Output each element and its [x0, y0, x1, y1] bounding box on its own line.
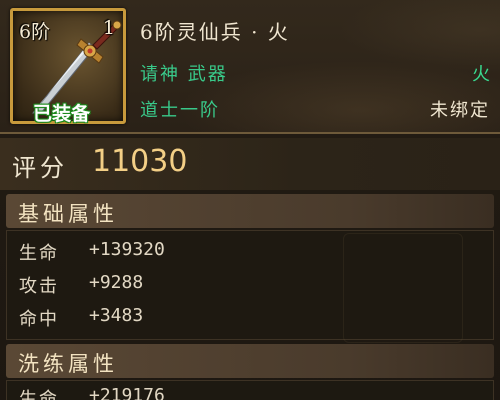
stat-row: 生命 +219176 — [19, 385, 165, 400]
stat-name: 生命 — [19, 389, 59, 400]
refine-attrs-title-text: 洗练属性 — [18, 352, 118, 376]
background-decoration — [343, 233, 463, 343]
item-tier-badge: 6阶 — [19, 21, 51, 43]
score-label: 评分 — [12, 154, 68, 182]
base-attrs-title: 基础属性 — [6, 194, 494, 228]
item-header: 6阶 1 已装备 6阶灵仙兵 · 火 请神 武器 火 道士一阶 未绑定 — [0, 0, 500, 134]
stat-name: 命中 — [19, 309, 59, 330]
item-type: 请神 武器 — [140, 64, 228, 85]
equipped-badge: 已装备 — [33, 103, 91, 125]
stat-name: 生命 — [19, 243, 59, 264]
stat-name: 攻击 — [19, 276, 59, 297]
base-attrs-title-text: 基础属性 — [18, 202, 118, 226]
stat-value: +3483 — [89, 305, 144, 326]
item-tooltip-panel: 6阶 1 已装备 6阶灵仙兵 · 火 请神 武器 火 道士一阶 未绑定 评分 1… — [0, 0, 500, 400]
item-count-badge: 1 — [102, 17, 115, 39]
score-value: 11030 — [92, 144, 188, 179]
item-requirement: 道士一阶 — [140, 100, 220, 121]
stat-row: 生命 +139320 — [19, 239, 165, 269]
item-icon-frame[interactable]: 6阶 1 已装备 — [10, 8, 126, 125]
item-element: 火 — [472, 64, 490, 85]
refine-attrs-list: 生命 +219176 — [6, 380, 494, 400]
item-name: 6阶灵仙兵 · 火 — [140, 20, 290, 44]
refine-attrs-title: 洗练属性 — [6, 344, 494, 378]
stat-row: 命中 +3483 — [19, 305, 143, 335]
stat-value: +139320 — [89, 239, 165, 260]
stat-row: 攻击 +9288 — [19, 272, 143, 302]
item-requirement-row: 道士一阶 未绑定 — [140, 96, 490, 124]
stat-value: +9288 — [89, 272, 144, 293]
base-attrs-list: 生命 +139320 攻击 +9288 命中 +3483 — [6, 230, 494, 343]
item-type-row: 请神 武器 火 — [140, 60, 490, 88]
stat-value: +219176 — [89, 385, 165, 400]
item-bind-state: 未绑定 — [430, 100, 490, 121]
score-row: 评分 11030 — [0, 138, 500, 190]
